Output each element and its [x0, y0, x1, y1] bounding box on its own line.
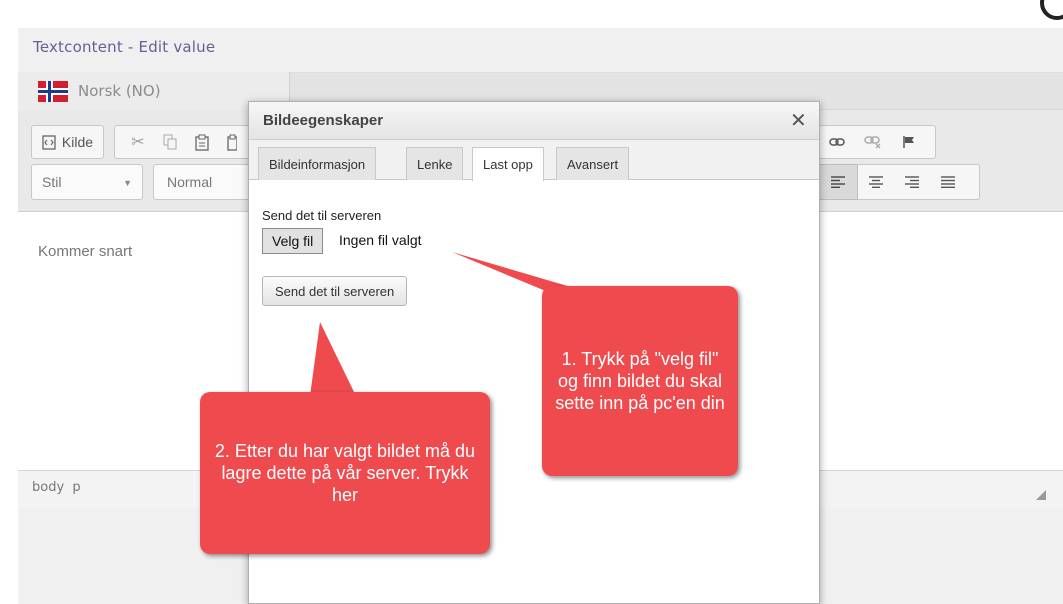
align-left-icon[interactable]	[818, 164, 858, 200]
tab-advanced[interactable]: Avansert	[556, 147, 630, 180]
element-path[interactable]: body p	[32, 480, 81, 495]
language-tab-label: Norsk (NO)	[78, 82, 161, 100]
style-select[interactable]: Stil ▼	[31, 164, 143, 200]
unlink-icon[interactable]	[855, 126, 891, 158]
editor-content-text: Kommer snart	[38, 243, 133, 260]
link-button-group	[818, 125, 936, 159]
source-button[interactable]: Kilde	[31, 125, 104, 159]
style-select-value: Stil	[42, 174, 62, 190]
panel-title: Textcontent - Edit value	[33, 38, 216, 56]
dialog-title: Bildeegenskaper	[263, 112, 384, 129]
resize-grip-icon[interactable]	[1036, 490, 1046, 500]
callout-step-1-text: 1. Trykk på "velg fil" og finn bildet du…	[555, 349, 725, 413]
align-right-icon[interactable]	[894, 165, 930, 199]
callout-step-2-text: 2. Etter du har valgt bildet må du lagre…	[214, 441, 476, 505]
paste-icon[interactable]	[195, 134, 209, 151]
choose-file-button[interactable]: Velg fil	[262, 228, 324, 254]
upload-label: Send det til serveren	[262, 208, 382, 223]
anchor-flag-icon[interactable]	[891, 126, 927, 158]
norway-flag-icon	[38, 81, 68, 102]
align-center-icon[interactable]	[858, 165, 894, 199]
justify-icon[interactable]	[930, 165, 966, 199]
close-icon[interactable]: ✕	[790, 108, 807, 133]
format-select[interactable]: Normal	[153, 164, 253, 200]
paste-text-icon[interactable]	[227, 134, 237, 151]
tab-upload[interactable]: Last opp	[472, 147, 544, 181]
tab-image-info[interactable]: Bildeinformasjon	[258, 147, 377, 180]
callout-step-2: 2. Etter du har valgt bildet må du lagre…	[200, 392, 490, 554]
callout-step-1: 1. Trykk på "velg fil" og finn bildet du…	[542, 286, 738, 476]
tab-link[interactable]: Lenke	[406, 147, 464, 180]
file-status-text: Ingen fil valgt	[339, 232, 422, 248]
cut-icon[interactable]: ✂	[131, 132, 144, 152]
chevron-down-icon: ▼	[123, 178, 132, 188]
clipboard-button-group: ✂	[114, 125, 254, 159]
source-icon	[42, 134, 56, 150]
corner-circle-icon	[1040, 0, 1063, 20]
alignment-button-group	[818, 164, 980, 200]
format-select-value: Normal	[167, 174, 213, 190]
copy-icon[interactable]	[163, 134, 177, 150]
link-icon[interactable]	[819, 126, 855, 158]
send-to-server-button[interactable]: Send det til serveren	[262, 276, 408, 306]
source-button-label: Kilde	[61, 134, 94, 150]
